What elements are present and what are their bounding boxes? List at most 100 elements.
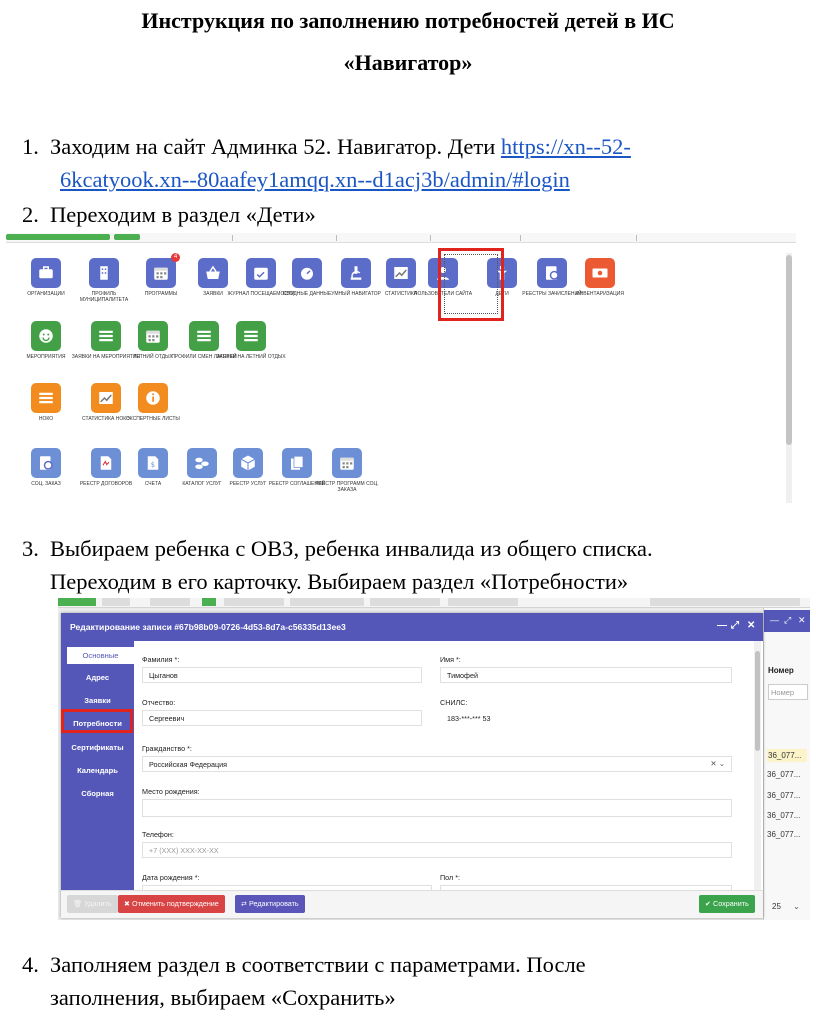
check-icon: ✔ [705, 899, 712, 908]
calendar-icon: 4 [146, 253, 180, 288]
menu-tile[interactable]: Экспертные листы [118, 383, 188, 422]
tab-kalendar[interactable]: Календарь [61, 766, 134, 775]
list-icon [31, 383, 61, 413]
phone-input[interactable]: +7 (XXX) XXX-XX-XX [142, 842, 732, 858]
dialog-scrollbar[interactable] [754, 641, 761, 890]
list-row[interactable]: 36_077... [767, 791, 807, 800]
map-pin-icon [31, 448, 61, 478]
snils-input[interactable]: 183-***-*** 53 [440, 710, 732, 726]
citizenship-value: Российская Федерация [149, 760, 227, 769]
tab-zayavki[interactable]: Заявки [61, 696, 134, 705]
save-button-label: Сохранить [713, 899, 749, 908]
gauge-icon [292, 258, 322, 288]
step-text: Заходим на сайт Админка 52. Навигатор. Д… [50, 134, 501, 159]
cancel-confirmation-label: Отменить подтверждение [132, 899, 219, 908]
edit-record-dialog: Редактирование записи #67b98b09-0726-4d5… [61, 613, 763, 918]
step-text: Заполняем раздел в соответствии с параме… [50, 952, 586, 977]
delete-button-label: Удалить [84, 899, 112, 908]
tab-osnovnye[interactable]: Основные [67, 647, 134, 664]
menu-tile[interactable]: Заявки на летний отдых [216, 321, 286, 360]
menu-tile[interactable]: Реестр программ соц. заказа [312, 448, 382, 493]
step-text: Переходим в раздел «Дети» [50, 202, 316, 227]
calendar-icon [138, 321, 168, 351]
briefcase-icon [31, 258, 61, 288]
lastname-input[interactable]: Цыганов [142, 667, 422, 683]
tab-sertifikaty[interactable]: Сертификаты [61, 743, 134, 752]
maximize-icon[interactable]: ⤢ [731, 620, 739, 631]
box-icon [233, 448, 263, 478]
list-row[interactable]: 36_077... [767, 830, 807, 839]
dialog-title: Редактирование записи #67b98b09-0726-4d5… [70, 622, 346, 632]
birthplace-label: Место рождения: [142, 787, 200, 796]
top-toolbar-strip [6, 233, 796, 243]
highlight-potrebnosti-frame [61, 709, 133, 733]
pdf-icon [91, 448, 121, 478]
cancel-confirmation-button[interactable]: ✖ Отменить подтверждение [118, 895, 225, 913]
dialog-footer: 🗑 Удалить ✖ Отменить подтверждение ⇄ Ред… [61, 890, 763, 918]
background-list-panel: — ⤢ ✕ Номер Номер 36_077... 36_077... 36_0… [763, 608, 810, 920]
edit-icon: ⇄ [241, 899, 248, 908]
minimize-icon[interactable]: — [717, 620, 727, 631]
dialog-header: Редактирование записи #67b98b09-0726-4d5… [61, 613, 763, 641]
admin-login-link[interactable]: https://xn--52- [501, 134, 631, 159]
step-text: Выбираем ребенка с ОВЗ, ребенка инвалида… [50, 536, 653, 561]
list-icon [189, 321, 219, 351]
citizenship-label: Гражданство *: [142, 744, 192, 753]
highlight-deti-frame [438, 248, 504, 321]
admin-login-link-cont[interactable]: 6kcatyook.xn--80aafey1amqq.xn--d1acj3b/a… [50, 167, 570, 192]
save-button[interactable]: ✔ Сохранить [699, 895, 755, 913]
step-number: 4. [22, 952, 39, 977]
dialog-tabs-sidebar: Основные Адрес Заявки Потребности Сертиф… [61, 641, 134, 890]
snils-label: СНИЛС: [440, 698, 468, 707]
page-size-select[interactable]: 25 ⌄ [772, 902, 800, 911]
menu-tile[interactable]: Инвентаризация [565, 258, 635, 297]
document-title-line2: «Навигатор» [343, 50, 473, 75]
step-text-cont: заполнения, выбираем «Сохранить» [50, 985, 396, 1010]
tab-sbornaya[interactable]: Сборная [61, 789, 134, 798]
step-number: 3. [22, 536, 39, 561]
edit-button-label: Редактировать [249, 899, 299, 908]
phone-label: Телефон: [142, 830, 174, 839]
birthplace-input[interactable] [142, 799, 732, 817]
number-filter-input[interactable]: Номер [768, 684, 808, 700]
copy-icon [282, 448, 312, 478]
tab-adres[interactable]: Адрес [61, 673, 134, 682]
step-text-cont: Переходим в его карточку. Выбираем разде… [50, 569, 629, 594]
menu-tile-label: Инвентаризация [576, 291, 624, 297]
info-icon [138, 383, 168, 413]
edit-button[interactable]: ⇄ Редактировать [235, 895, 305, 913]
firstname-label: Имя *: [440, 655, 461, 664]
citizenship-select[interactable]: Российская Федерация ✕ ⌄ [142, 756, 732, 772]
dialog-form: Фамилия *: Цыганов Имя *: Тимофей Отчест… [134, 641, 754, 890]
background-toolbar [58, 598, 810, 608]
list-row[interactable]: 36_077... [767, 811, 807, 820]
invoice-icon: $ [138, 448, 168, 478]
step-number: 2. [22, 202, 39, 227]
document-title-line1: Инструкция по заполнению потребностей де… [141, 8, 675, 33]
patronymic-input[interactable]: Сергеевич [142, 710, 422, 726]
list-icon [236, 321, 266, 351]
firstname-input[interactable]: Тимофей [440, 667, 732, 683]
step-1: 1. Заходим на сайт Админка 52. Навигатор… [22, 130, 802, 196]
chevron-down-icon: ⌄ [793, 902, 800, 911]
basket-icon [198, 258, 228, 288]
money-icon [585, 258, 615, 288]
list-icon [91, 321, 121, 351]
admin-menu-screenshot: Организации Профиль муниципалитета 4 Програ… [6, 233, 796, 505]
step-number: 1. [22, 134, 39, 159]
delete-button[interactable]: 🗑 Удалить [67, 895, 118, 913]
list-row[interactable]: 36_077... [767, 749, 807, 762]
menu-tile-label: Экспертные листы [126, 416, 180, 422]
step-3: 3. Выбираем ребенка с ОВЗ, ребенка инвал… [22, 532, 802, 598]
page-size-value: 25 [772, 902, 781, 911]
scrollbar[interactable] [786, 253, 792, 503]
list-row[interactable]: 36_077... [767, 770, 807, 779]
column-header-number[interactable]: Номер [768, 666, 794, 675]
calendar-icon [332, 448, 362, 478]
lastname-label: Фамилия *: [142, 655, 180, 664]
clear-and-chevron-icon[interactable]: ✕ ⌄ [710, 759, 725, 768]
building-icon [89, 258, 119, 288]
svg-text:$: $ [151, 461, 155, 469]
birthdate-label: Дата рождения *: [142, 873, 200, 882]
close-icon[interactable]: ✕ [747, 620, 755, 631]
